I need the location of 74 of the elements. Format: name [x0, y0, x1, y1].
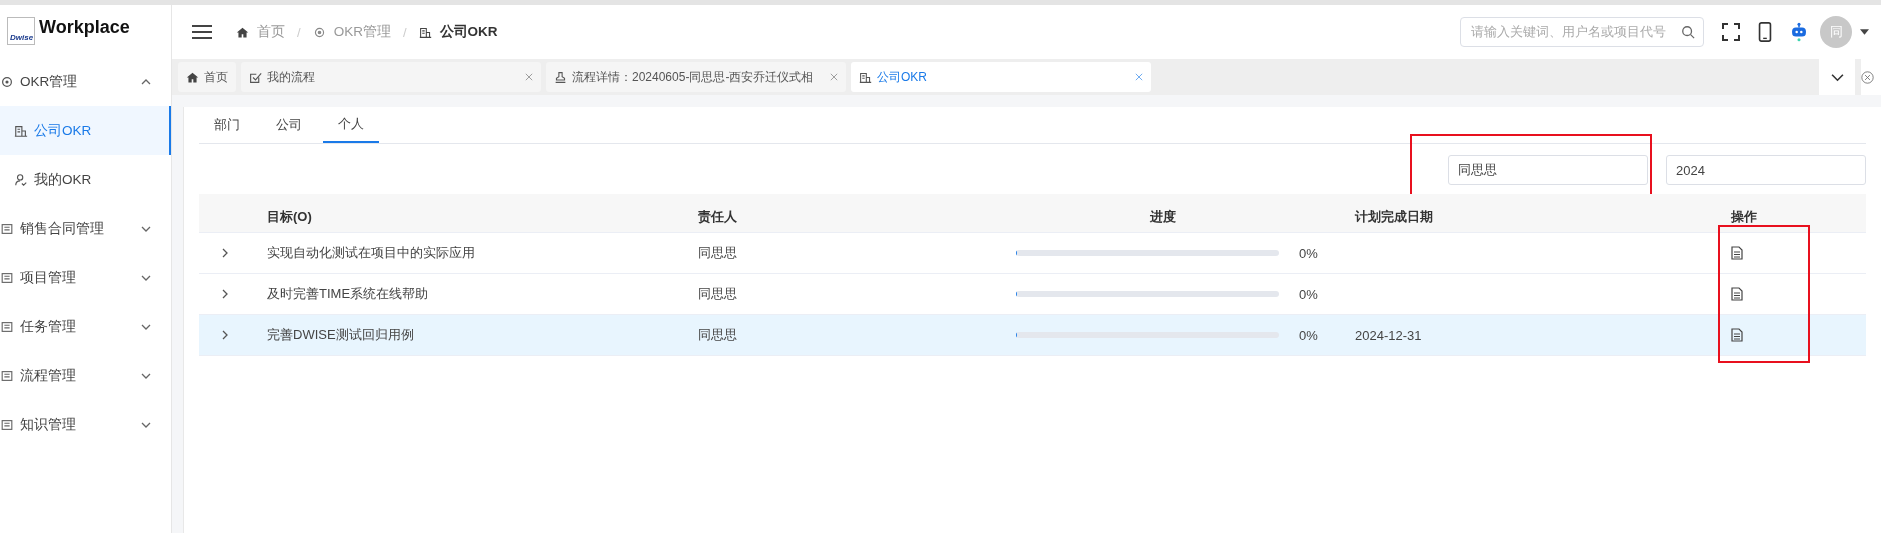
- checkbox-icon: [249, 70, 262, 84]
- list-icon: [0, 221, 14, 236]
- list-icon: [0, 319, 14, 334]
- tab[interactable]: 个人: [323, 107, 379, 143]
- expand-icon[interactable]: [222, 330, 228, 340]
- table-cell: 同思思: [698, 327, 737, 342]
- document-icon[interactable]: [1730, 287, 1743, 301]
- table-cell: 2024-12-31: [1355, 327, 1422, 343]
- menu-item[interactable]: 知识管理: [0, 400, 171, 449]
- list-icon: [0, 417, 14, 432]
- progress-text: 0%: [1299, 245, 1318, 261]
- progress-text: 0%: [1299, 286, 1318, 302]
- chevron-icon: [141, 323, 151, 330]
- menu-item[interactable]: 销售合同管理: [0, 204, 171, 253]
- fullscreen-icon[interactable]: [1722, 22, 1740, 42]
- chevron-icon: [141, 78, 151, 85]
- submenu-item[interactable]: 我的OKR: [0, 155, 171, 204]
- column-header: 操作: [1729, 208, 1758, 226]
- table-cell: 完善DWISE测试回归用例: [267, 327, 414, 342]
- page-tab[interactable]: 流程详情：20240605-同思思-西安乔迁仪式相: [546, 62, 846, 92]
- search-icon[interactable]: [1681, 25, 1695, 39]
- building-icon: [859, 70, 872, 84]
- logo-mark: Dwise: [7, 17, 35, 45]
- target-icon: [0, 74, 14, 89]
- tab[interactable]: 公司: [261, 107, 317, 143]
- table-row[interactable]: 实现自动化测试在项目中的实际应用 同思思 0%: [199, 233, 1866, 274]
- table-cell: 实现自动化测试在项目中的实际应用: [267, 245, 475, 260]
- page-tab[interactable]: 我的流程: [241, 62, 541, 92]
- menu-icon[interactable]: [192, 24, 212, 40]
- breadcrumb-separator: /: [297, 24, 301, 40]
- building-icon: [418, 25, 432, 39]
- caret-icon[interactable]: [1860, 29, 1869, 35]
- page-tab[interactable]: 首页: [178, 62, 236, 92]
- menu-item[interactable]: OKR管理: [0, 57, 171, 106]
- breadcrumb-separator: /: [402, 24, 407, 40]
- home-icon: [186, 70, 199, 84]
- document-icon[interactable]: [1730, 328, 1743, 342]
- search-field[interactable]: 请输入关键词、用户名或项目代号: [1460, 17, 1704, 47]
- table-cell: 同思思: [698, 286, 737, 301]
- mobile-icon[interactable]: [1756, 22, 1774, 42]
- submenu-item[interactable]: 公司OKR: [0, 106, 171, 155]
- chevron-icon: [141, 372, 151, 379]
- progress-text: 0%: [1299, 327, 1318, 343]
- table-cell: 及时完善TIME系统在线帮助: [267, 286, 429, 301]
- chevron-icon: [141, 225, 151, 232]
- chevron-icon: [141, 274, 151, 281]
- expand-icon[interactable]: [222, 248, 228, 258]
- expand-icon[interactable]: [222, 289, 228, 299]
- tab[interactable]: 部门: [199, 107, 255, 143]
- person-icon: [14, 172, 28, 187]
- column-header: 目标(O): [266, 208, 313, 226]
- table-row[interactable]: 完善DWISE测试回归用例 同思思 0% 2024-12-31: [199, 315, 1866, 356]
- building-icon: [14, 123, 28, 138]
- logo-title: Workplace: [39, 16, 130, 38]
- column-header: 进度: [1149, 208, 1177, 226]
- year-field[interactable]: 2024: [1666, 155, 1866, 185]
- table-cell: 同思思: [698, 245, 737, 260]
- target-icon: [312, 25, 326, 39]
- stamp-icon: [554, 70, 567, 84]
- page-tab[interactable]: 公司OKR: [851, 62, 1151, 92]
- home-icon: [236, 25, 249, 39]
- breadcrumb-link[interactable]: 公司OKR: [439, 23, 498, 41]
- chevron-icon: [141, 421, 151, 428]
- person-field[interactable]: 同思思: [1448, 155, 1648, 185]
- menu-item[interactable]: 流程管理: [0, 351, 171, 400]
- column-header: 责任人: [698, 208, 738, 226]
- list-icon: [0, 270, 14, 285]
- document-icon[interactable]: [1730, 246, 1743, 260]
- list-icon: [0, 368, 14, 383]
- robot-icon[interactable]: [1790, 22, 1808, 42]
- menu-item[interactable]: 任务管理: [0, 302, 171, 351]
- menu-item[interactable]: 项目管理: [0, 253, 171, 302]
- close-circle-icon: [1861, 70, 1874, 84]
- column-header: 计划完成日期: [1354, 208, 1434, 226]
